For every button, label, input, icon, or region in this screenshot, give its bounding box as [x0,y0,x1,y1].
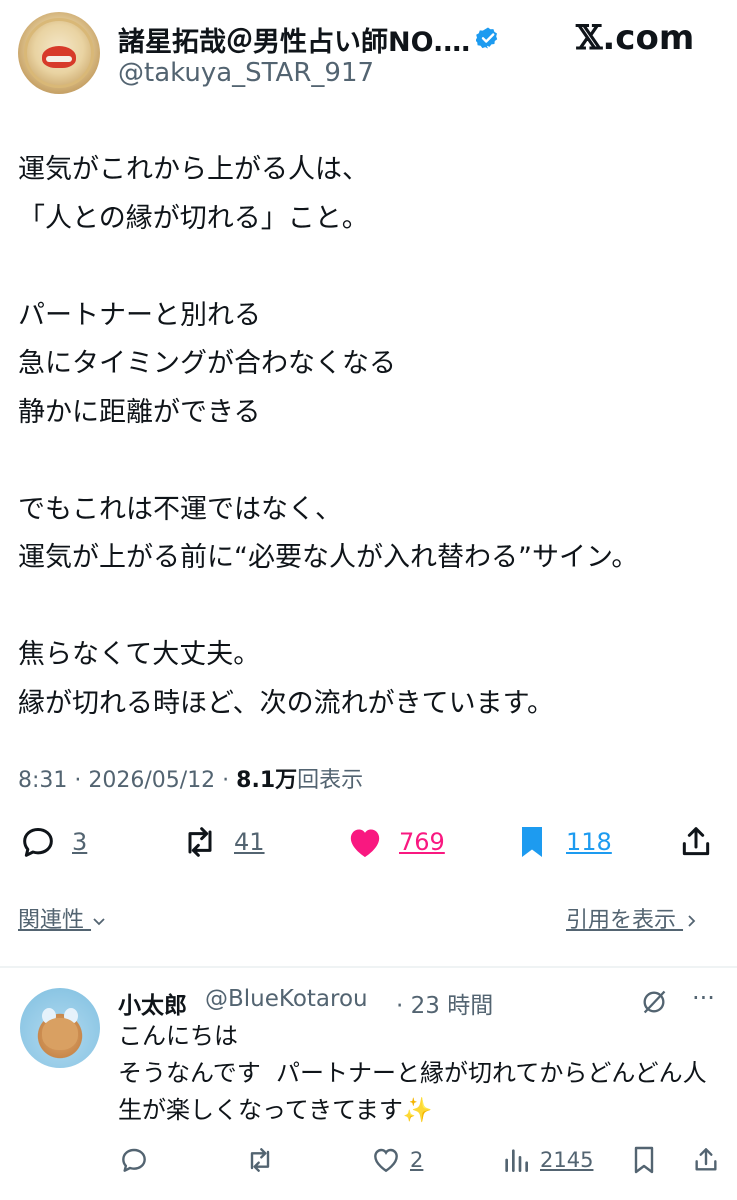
verified-icon [476,27,498,49]
post-meta: 8:31 · 2026/05/12 · 8.1万回表示 [18,762,363,794]
bookmark-count[interactable]: 118 [566,828,612,856]
reply-button[interactable]: 3 [18,820,87,864]
share-button[interactable] [676,820,716,864]
reply-time[interactable]: · 23 時間 [396,986,493,1020]
post-time: 8:31 · 2026/05/12 · [18,768,237,793]
like-count[interactable]: 769 [399,828,445,856]
reply-author-handle[interactable]: @BlueKotarou [205,986,368,1012]
retweet-count[interactable]: 41 [234,828,265,856]
reply-author-name[interactable]: 小太郎 [118,986,187,1020]
divider [0,966,737,968]
reply-retweet-button[interactable] [244,1142,276,1178]
retweet-icon [250,1148,270,1172]
reply-count[interactable]: 3 [72,828,87,856]
reply-like-count[interactable]: 2 [410,1148,423,1172]
author-avatar[interactable] [18,12,100,94]
reply-views-count[interactable]: 2145 [540,1148,593,1172]
avatar-hat [42,46,76,68]
reply-icon [122,1148,146,1172]
more-icon[interactable]: ··· [692,984,715,1012]
view-quotes-link[interactable]: 引用を表示 [566,902,699,934]
reply-avatar[interactable] [20,988,100,1068]
reply-bookmark-button[interactable] [628,1142,660,1178]
x-logo-text: .com [602,18,695,58]
chevron-down-icon [93,918,105,926]
post-text: 運気がこれから上がる人は、 「人との縁が切れる」こと。 パートナーと別れる 急に… [18,154,639,719]
chevron-right-icon [688,915,696,927]
post-views-label: 回表示 [297,768,364,793]
bookmark-icon [634,1146,654,1174]
heart-icon [374,1148,398,1173]
retweet-button[interactable]: 41 [180,820,265,864]
grok-icon[interactable] [640,988,668,1016]
reply-reply-button[interactable] [118,1142,150,1178]
bookmark-icon [522,827,542,857]
share-icon [695,1148,717,1171]
x-logo-mark: 𝕏 [576,18,603,58]
reply-views-button[interactable]: 2145 [500,1142,593,1178]
related-dropdown[interactable]: 関連性 [18,902,107,934]
reply-share-button[interactable] [690,1142,722,1178]
heart-icon [350,829,380,857]
avatar-face [42,1018,78,1050]
author-handle[interactable]: @takuya_STAR_917 [118,58,374,88]
bookmark-button[interactable]: 118 [512,820,612,864]
like-button[interactable]: 769 [345,820,445,864]
related-label: 関連性 [18,908,85,933]
quotes-label: 引用を表示 [566,908,677,933]
share-icon [682,827,710,856]
reply-icon [23,828,53,857]
post-views-count: 8.1万 [236,768,298,793]
reply-text: こんにちは そうなんです パートナーと縁が切れてからどんどん人生が楽しくなってき… [118,1022,707,1124]
retweet-icon [188,827,212,857]
x-logo: 𝕏.com [576,18,694,58]
author-name[interactable]: 諸星拓哉＠男性占い師NO.… [118,20,470,59]
reply-like-button[interactable]: 2 [370,1142,423,1178]
views-icon [505,1149,528,1172]
